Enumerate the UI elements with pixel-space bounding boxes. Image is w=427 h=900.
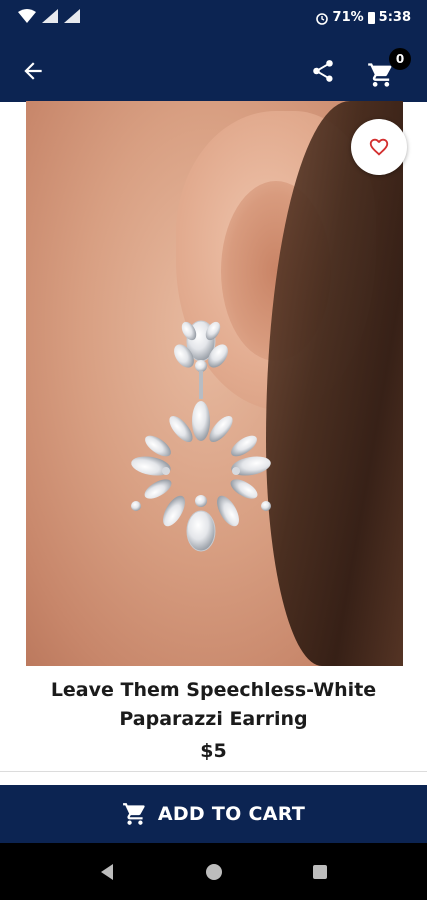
signal-2-icon	[64, 9, 80, 23]
product-image-carousel[interactable]	[26, 101, 403, 666]
nav-back-button[interactable]	[92, 857, 122, 887]
circle-home-icon	[206, 864, 222, 880]
status-icons-right: 71% 5:38	[315, 10, 411, 25]
earring-graphic	[131, 320, 271, 552]
nav-recents-button[interactable]	[305, 857, 335, 887]
alarm-icon	[315, 12, 328, 25]
battery-percent: 71%	[332, 10, 364, 25]
app-bar: 0	[0, 40, 427, 102]
wifi-icon	[18, 9, 36, 23]
back-button[interactable]	[10, 48, 56, 94]
battery-icon	[367, 11, 375, 24]
share-button[interactable]	[300, 48, 346, 94]
arrow-left-icon	[24, 62, 42, 80]
cart-button[interactable]: 0	[358, 46, 414, 96]
add-to-cart-label: ADD TO CART	[157, 803, 306, 825]
share-icon	[313, 60, 333, 82]
triangle-back-icon	[101, 864, 113, 880]
cart-count-badge: 0	[389, 48, 411, 70]
status-icons-left	[18, 9, 80, 23]
clock: 5:38	[378, 10, 411, 25]
nav-home-button[interactable]	[199, 857, 229, 887]
shopping-cart-icon	[122, 803, 145, 825]
favorite-button[interactable]	[351, 119, 407, 175]
heart-outline-icon	[369, 138, 389, 156]
square-recents-icon	[313, 865, 327, 879]
product-price: $5	[200, 740, 227, 762]
divider	[0, 771, 427, 772]
signal-icon	[42, 9, 58, 23]
add-to-cart-button[interactable]: ADD TO CART	[0, 785, 427, 843]
status-bar: 71% 5:38	[0, 0, 427, 40]
system-nav-bar	[0, 843, 427, 900]
product-title: Leave Them Speechless-White Paparazzi Ea…	[50, 679, 377, 730]
